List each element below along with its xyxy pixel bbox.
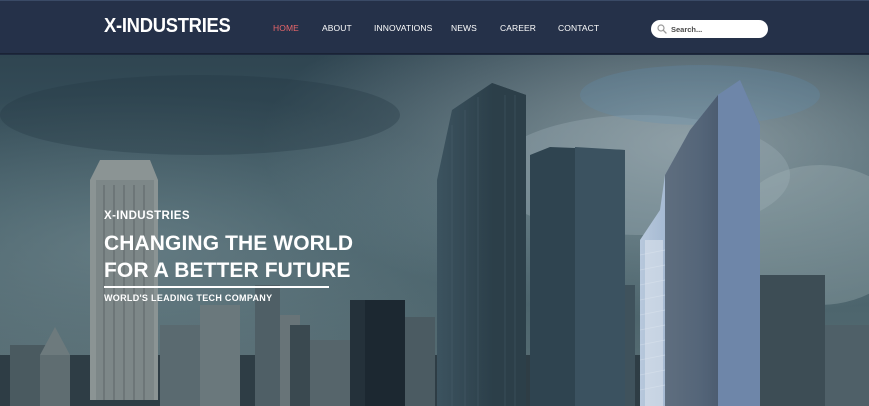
top-navigation-bar: X-INDUSTRIES HOME ABOUT INNOVATIONS NEWS… <box>0 0 869 54</box>
nav-link-home[interactable]: HOME <box>273 23 299 33</box>
nav-link-about[interactable]: ABOUT <box>322 23 352 33</box>
headline-divider <box>104 286 329 288</box>
hero-headline-line-2: FOR A BETTER FUTURE <box>104 259 351 282</box>
search-icon[interactable] <box>657 24 667 34</box>
hero-tagline: WORLD'S LEADING TECH COMPANY <box>104 293 273 303</box>
brand-logo[interactable]: X-INDUSTRIES <box>104 15 231 38</box>
hero-headline-line-1: CHANGING THE WORLD <box>104 232 354 255</box>
nav-link-contact[interactable]: CONTACT <box>558 23 599 33</box>
search-input[interactable] <box>671 22 763 36</box>
hero-banner: X-INDUSTRIES CHANGING THE WORLD FOR A BE… <box>0 55 869 406</box>
hero-eyebrow: X-INDUSTRIES <box>104 210 190 222</box>
hero-headline: CHANGING THE WORLD FOR A BETTER FUTURE <box>104 230 353 284</box>
nav-link-innovations[interactable]: INNOVATIONS <box>374 23 432 33</box>
nav-link-career[interactable]: CAREER <box>500 23 536 33</box>
nav-link-news[interactable]: NEWS <box>451 23 477 33</box>
search-box <box>651 20 768 38</box>
